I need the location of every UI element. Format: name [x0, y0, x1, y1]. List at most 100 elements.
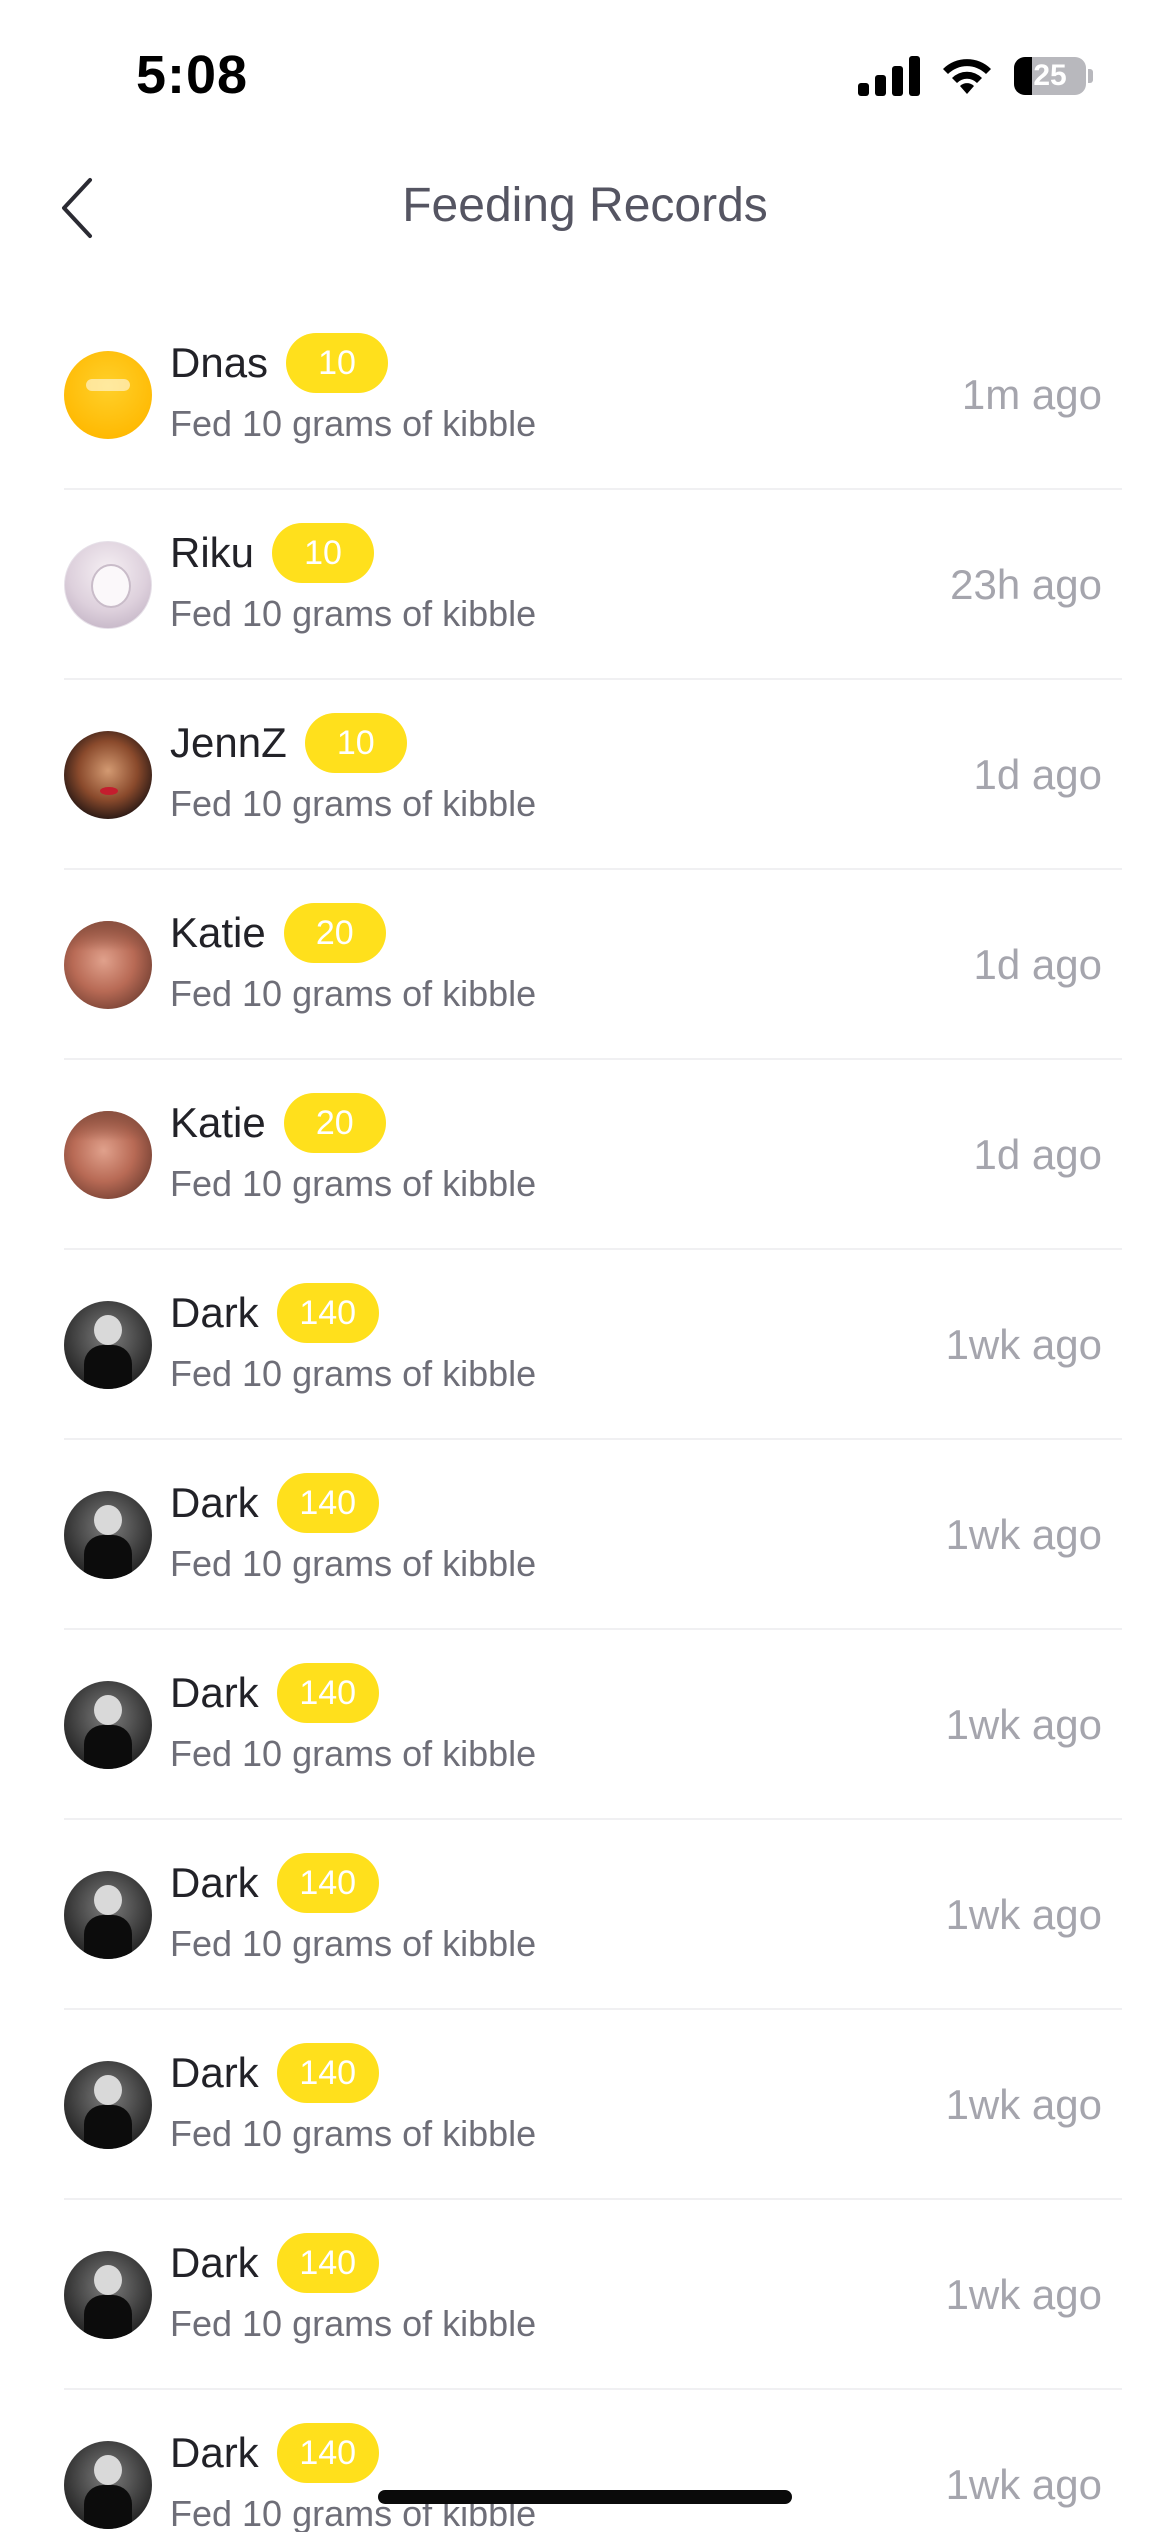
record-text: Dnas 10 Fed 10 grams of kibble: [170, 331, 536, 453]
user-name[interactable]: JennZ: [170, 711, 287, 775]
level-badge: 140: [276, 1663, 379, 1723]
name-line: Dark 140: [170, 2421, 536, 2485]
status-time: 5:08: [136, 45, 249, 105]
page-title: Feeding Records: [402, 179, 768, 232]
name-line: Dark 140: [170, 1661, 536, 1725]
record-time: 1m ago: [961, 371, 1102, 418]
avatar[interactable]: [64, 1111, 152, 1199]
avatar[interactable]: [64, 731, 152, 819]
record-time: 23h ago: [950, 561, 1102, 608]
battery-tip: [1088, 69, 1093, 83]
avatar[interactable]: [64, 1871, 152, 1959]
user-name[interactable]: Riku: [170, 521, 254, 585]
name-line: Riku 10: [170, 521, 536, 585]
name-line: Dark 140: [170, 1851, 536, 1915]
record-time: 1wk ago: [945, 1511, 1102, 1558]
record-description: Fed 10 grams of kibble: [170, 1353, 537, 1394]
record-row[interactable]: JennZ 10 Fed 10 grams of kibble 1d ago: [0, 680, 1170, 870]
avatar[interactable]: [64, 2441, 152, 2529]
avatar[interactable]: [64, 541, 152, 629]
user-name[interactable]: Dark: [170, 2041, 259, 2105]
level-badge: 10: [286, 333, 389, 393]
record-description: Fed 10 grams of kibble: [170, 403, 537, 444]
level-badge: 20: [283, 903, 386, 963]
home-indicator[interactable]: [378, 2490, 792, 2504]
record-text: JennZ 10 Fed 10 grams of kibble: [170, 711, 536, 833]
name-line: Dark 140: [170, 2041, 536, 2105]
user-name[interactable]: Dark: [170, 1471, 259, 1535]
record-row[interactable]: Dark 140 Fed 10 grams of kibble 1wk ago: [0, 1820, 1170, 2010]
record-text: Dark 140 Fed 10 grams of kibble: [170, 2421, 536, 2532]
level-badge: 140: [276, 2423, 379, 2483]
record-time: 1wk ago: [945, 1891, 1102, 1938]
level-badge: 140: [276, 1473, 379, 1533]
record-description: Fed 10 grams of kibble: [170, 1163, 537, 1204]
record-row[interactable]: Dark 140 Fed 10 grams of kibble 1wk ago: [0, 1250, 1170, 1440]
user-name[interactable]: Dark: [170, 1661, 259, 1725]
avatar[interactable]: [64, 1681, 152, 1769]
record-time: 1wk ago: [945, 1321, 1102, 1368]
user-name[interactable]: Dark: [170, 2231, 259, 2295]
record-description: Fed 10 grams of kibble: [170, 783, 537, 824]
status-icons: 25: [858, 56, 1094, 96]
record-row[interactable]: Dark 140 Fed 10 grams of kibble 1wk ago: [0, 1630, 1170, 1820]
feeding-record-list[interactable]: Dnas 10 Fed 10 grams of kibble 1m ago Ri…: [0, 300, 1170, 2532]
record-time: 1d ago: [973, 751, 1102, 798]
avatar[interactable]: [64, 2251, 152, 2339]
record-time: 1d ago: [973, 941, 1102, 988]
battery-level: 25: [1033, 59, 1067, 92]
record-row[interactable]: Katie 20 Fed 10 grams of kibble 1d ago: [0, 1060, 1170, 1250]
user-name[interactable]: Katie: [170, 901, 266, 965]
avatar[interactable]: [64, 351, 152, 439]
level-badge: 10: [304, 713, 407, 773]
record-description: Fed 10 grams of kibble: [170, 1733, 537, 1774]
record-time: 1wk ago: [945, 1701, 1102, 1748]
record-row[interactable]: Dnas 10 Fed 10 grams of kibble 1m ago: [0, 300, 1170, 490]
name-line: Katie 20: [170, 1091, 536, 1155]
record-row[interactable]: Riku 10 Fed 10 grams of kibble 23h ago: [0, 490, 1170, 680]
name-line: Dark 140: [170, 1281, 536, 1345]
record-row[interactable]: Dark 140 Fed 10 grams of kibble 1wk ago: [0, 1440, 1170, 1630]
level-badge: 140: [276, 1853, 379, 1913]
record-row[interactable]: Katie 20 Fed 10 grams of kibble 1d ago: [0, 870, 1170, 1060]
user-name[interactable]: Dnas: [170, 331, 268, 395]
battery-body: 25: [1014, 57, 1086, 95]
name-line: JennZ 10: [170, 711, 536, 775]
record-time: 1wk ago: [945, 2461, 1102, 2508]
record-description: Fed 10 grams of kibble: [170, 593, 537, 634]
feeding-records-screen: 5:08 25 Feeding Records Dnas 10 Fed 10 g…: [0, 0, 1170, 2532]
record-row[interactable]: Dark 140 Fed 10 grams of kibble 1wk ago: [0, 2010, 1170, 2200]
record-time: 1d ago: [973, 1131, 1102, 1178]
user-name[interactable]: Katie: [170, 1091, 266, 1155]
level-badge: 140: [276, 2043, 379, 2103]
record-time: 1wk ago: [945, 2271, 1102, 2318]
user-name[interactable]: Dark: [170, 1281, 259, 1345]
avatar[interactable]: [64, 1301, 152, 1389]
record-description: Fed 10 grams of kibble: [170, 973, 537, 1014]
battery-icon: 25: [1014, 56, 1094, 96]
avatar[interactable]: [64, 1491, 152, 1579]
user-name[interactable]: Dark: [170, 1851, 259, 1915]
record-text: Dark 140 Fed 10 grams of kibble: [170, 1281, 536, 1403]
level-badge: 10: [272, 523, 375, 583]
cellular-signal-icon: [858, 56, 920, 96]
record-description: Fed 10 grams of kibble: [170, 1543, 537, 1584]
name-line: Dark 140: [170, 2231, 536, 2295]
record-row[interactable]: Dark 140 Fed 10 grams of kibble 1wk ago: [0, 2390, 1170, 2532]
record-text: Katie 20 Fed 10 grams of kibble: [170, 901, 536, 1023]
avatar[interactable]: [64, 2061, 152, 2149]
nav-bar: Feeding Records: [0, 150, 1170, 266]
record-description: Fed 10 grams of kibble: [170, 2113, 537, 2154]
record-row[interactable]: Dark 140 Fed 10 grams of kibble 1wk ago: [0, 2200, 1170, 2390]
record-text: Dark 140 Fed 10 grams of kibble: [170, 1661, 536, 1783]
name-line: Dnas 10: [170, 331, 536, 395]
status-bar: 5:08 25: [0, 0, 1170, 150]
record-time: 1wk ago: [945, 2081, 1102, 2128]
record-text: Dark 140 Fed 10 grams of kibble: [170, 1471, 536, 1593]
record-text: Dark 140 Fed 10 grams of kibble: [170, 2231, 536, 2353]
record-description: Fed 10 grams of kibble: [170, 2303, 537, 2344]
record-description: Fed 10 grams of kibble: [170, 1923, 537, 1964]
level-badge: 140: [276, 1283, 379, 1343]
user-name[interactable]: Dark: [170, 2421, 259, 2485]
avatar[interactable]: [64, 921, 152, 1009]
